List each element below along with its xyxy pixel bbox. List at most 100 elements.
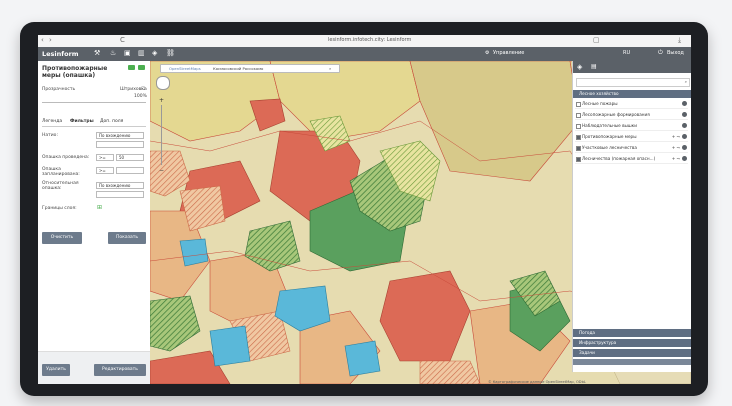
edit-button[interactable]: Редактировать (94, 364, 146, 376)
language-switch[interactable]: RU (623, 50, 630, 56)
show-button-label: Показать (115, 235, 139, 240)
layer-checkbox-checked[interactable] (576, 146, 581, 151)
clear-button-label: Очистить (50, 235, 74, 240)
name-filter-input[interactable] (96, 141, 144, 148)
app-logo[interactable]: Lesinform (42, 50, 79, 58)
layer-item[interactable]: Лесные пожары (575, 100, 688, 109)
relative-filter-input[interactable] (96, 191, 144, 198)
fire-icon[interactable]: ♨ (110, 49, 116, 57)
layer-item[interactable]: Противопожарные меры + ⤳ (575, 133, 688, 142)
search-text[interactable]: Космосовский Россокомо (213, 66, 263, 71)
layer-settings-panel: Противопожарные меры (опашка) Прозрачнос… (38, 61, 151, 384)
fill-checkbox[interactable]: ☐ (141, 87, 145, 92)
measure-icon[interactable]: ⚒ (94, 49, 100, 57)
layers-panel-header: ◈ ▤ (573, 61, 691, 73)
back-icon[interactable]: ‹ (41, 36, 44, 44)
layer-checkbox[interactable] (576, 113, 581, 118)
layer-checkbox-checked[interactable] (576, 157, 581, 162)
transparency-slider[interactable] (42, 102, 146, 103)
zoom-slider[interactable] (161, 105, 162, 165)
delete-button-label: Удалить (46, 367, 66, 372)
search-icon[interactable]: ⌕ (329, 66, 331, 71)
gear-icon[interactable]: ⚙ (485, 50, 489, 56)
tab-extra-fields[interactable]: Доп. поля (100, 119, 123, 124)
badge-icon[interactable] (138, 65, 145, 70)
layer-item[interactable]: Наблюдательные вышки (575, 122, 688, 131)
search-icon[interactable]: ⌕ (685, 79, 687, 84)
layer-item[interactable]: Участковые лесничества + ⤳ (575, 144, 688, 153)
planned-input[interactable] (116, 167, 144, 174)
layer-actions-icon[interactable]: + ⤳ (672, 144, 680, 152)
layer-group-label: Инфраструктура (579, 340, 617, 345)
layer-checkbox[interactable] (576, 102, 581, 107)
relative-filter-select[interactable]: По вхождению (96, 182, 144, 189)
info-icon[interactable] (682, 123, 687, 128)
layer-group-infrastructure[interactable]: Инфраструктура (573, 339, 691, 347)
panel-tabs: Легенда Фильтры Доп. поля (42, 118, 146, 127)
operator-select[interactable]: >= (96, 154, 114, 161)
layer-checkbox-checked[interactable] (576, 135, 581, 140)
layer-group-forestry[interactable]: Лесное хозяйство (573, 90, 691, 98)
logout-link[interactable]: Выход (667, 50, 684, 56)
boundary-label: Границы слоя: (42, 206, 77, 211)
zoom-in-button[interactable]: + (159, 97, 164, 104)
layer-actions-icon[interactable]: + ⤳ (672, 155, 680, 163)
layers-icon[interactable]: ◈ (577, 63, 582, 71)
info-icon[interactable] (682, 156, 687, 161)
management-menu[interactable]: Управление (493, 50, 524, 56)
filter-label: Натио: (42, 133, 58, 138)
link-icon[interactable]: ⛓ (166, 49, 175, 57)
chart-icon[interactable]: ▥ (138, 49, 145, 57)
badge-icon[interactable] (128, 65, 135, 70)
info-icon[interactable] (682, 101, 687, 106)
layer-checkbox[interactable] (576, 124, 581, 129)
layer-group-tasks[interactable]: Задачи (573, 349, 691, 357)
layer-group-weather[interactable]: Погода (573, 329, 691, 337)
refresh-icon[interactable]: C (120, 36, 125, 44)
panel-title: Противопожарные меры (опашка) (42, 65, 108, 79)
screen: ‹ › C lesinform.infotech.city: Lesinform… (38, 35, 691, 384)
layer-group-label: Задачи (579, 350, 595, 355)
layers-search-input[interactable]: ⌕ (576, 78, 690, 87)
show-button[interactable]: Показать (108, 232, 146, 244)
tab-filters[interactable]: Фильтры (70, 119, 94, 124)
layer-label: Участковые лесничества (582, 145, 637, 150)
info-icon[interactable] (682, 145, 687, 150)
layer-actions-icon[interactable]: + ⤳ (672, 133, 680, 141)
power-icon[interactable]: ⏻ (658, 49, 663, 57)
filter-label: Опашка запланирована: (42, 167, 80, 177)
operator-select[interactable]: >= (96, 167, 114, 174)
layer-item[interactable]: Лесопожарные формирования (575, 111, 688, 120)
plowed-input[interactable]: 50 (116, 154, 144, 161)
layer-label: Лесопожарные формирования (582, 112, 650, 117)
clear-button[interactable]: Очистить (42, 232, 82, 244)
zoom-out-button[interactable]: − (159, 167, 164, 174)
info-icon[interactable] (682, 112, 687, 117)
map-search[interactable]: OpenStreetMaps Космосовский Россокомо ⌕ (160, 64, 340, 73)
layers-panel-collapse[interactable] (573, 359, 691, 365)
boundary-icon[interactable]: ⊞ (97, 204, 102, 211)
layer-group-label: Погода (579, 330, 595, 335)
address-bar[interactable]: lesinform.infotech.city: Lesinform (328, 37, 411, 43)
layer-group-label: Лесное хозяйство (579, 91, 619, 96)
panel-footer: Удалить Редактировать (38, 351, 150, 384)
download-icon[interactable]: ⤓ (678, 36, 681, 45)
layer-label: Лесные пожары (582, 101, 618, 106)
edit-button-label: Редактировать (102, 367, 138, 372)
filter-label: Опашка проведена: (42, 155, 90, 160)
forward-icon[interactable]: › (49, 36, 52, 44)
filter-label: Относительная опашка: (42, 181, 79, 191)
layers-icon[interactable]: ◈ (152, 49, 157, 57)
layers-panel: ◈ ▤ ⌕ Лесное хозяйство Лесные пожары Лес… (572, 61, 691, 372)
bookmark-icon[interactable]: ▣ (124, 49, 131, 57)
search-source[interactable]: OpenStreetMaps (169, 66, 201, 71)
layer-label: Лесничества (пожарная опасн...) (582, 156, 656, 161)
tab-legend[interactable]: Легенда (42, 119, 62, 124)
name-filter-select[interactable]: По вхождению (96, 132, 144, 139)
info-icon[interactable] (682, 134, 687, 139)
pan-control[interactable] (156, 76, 170, 90)
delete-button[interactable]: Удалить (42, 364, 70, 376)
basemap-icon[interactable]: ▤ (591, 63, 597, 70)
layer-item[interactable]: Лесничества (пожарная опасн...) + ⤳ (575, 155, 688, 164)
window-icon[interactable]: ▢ (593, 36, 600, 44)
